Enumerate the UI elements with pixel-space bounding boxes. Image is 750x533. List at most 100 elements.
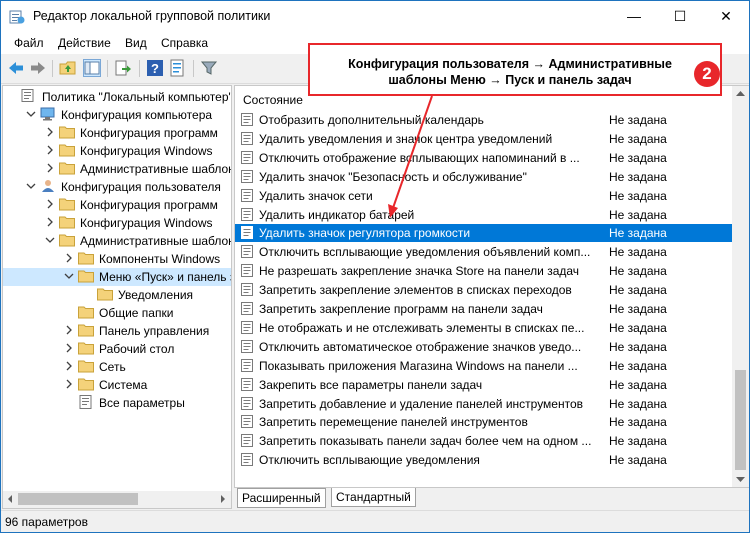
policy-setting-icon (241, 434, 253, 448)
tree-node[interactable]: Конфигурация Windows (3, 142, 231, 160)
tab-standard[interactable]: Стандартный (331, 488, 416, 507)
policy-name: Не разрешать закрепление значка Store на… (259, 264, 580, 279)
title-bar[interactable]: Редактор локальной групповой политики — … (1, 1, 749, 32)
policy-row[interactable]: Отключить отображение всплывающих напоми… (235, 149, 732, 167)
tree-node[interactable]: Административные шаблоны (3, 160, 231, 178)
tree-node[interactable]: Рабочий стол (3, 340, 231, 358)
policy-row[interactable]: Отключить всплывающие уведомления объявл… (235, 243, 732, 261)
forward-arrow-icon[interactable] (29, 59, 47, 77)
tree-node-label: Рабочий стол (99, 342, 175, 356)
back-arrow-icon[interactable] (7, 59, 25, 77)
policy-state: Не задана (609, 302, 667, 316)
folder-icon (78, 378, 94, 391)
tree-scroll-thumb[interactable] (18, 493, 138, 505)
tree-node[interactable]: Компоненты Windows (3, 250, 231, 268)
tree-node[interactable]: Конфигурация компьютера (3, 106, 231, 124)
policy-row[interactable]: Отключить автоматическое отображение зна… (235, 338, 732, 356)
tree-node[interactable]: Административные шаблоны (3, 232, 231, 250)
menu-file[interactable]: Файл (14, 36, 44, 50)
tree-node[interactable]: Сеть (3, 358, 231, 376)
maximize-button[interactable]: ☐ (657, 1, 703, 32)
tree-node[interactable]: Общие папки (3, 304, 231, 322)
scroll-right-arrow-icon[interactable] (219, 495, 227, 503)
tree-pane[interactable]: Политика "Локальный компьютер" Конфигурац… (2, 85, 232, 493)
policy-row[interactable]: Не разрешать закрепление значка Store на… (235, 262, 732, 280)
chevron-right-icon[interactable] (45, 145, 55, 155)
tree-node[interactable]: Панель управления (3, 322, 231, 340)
tab-extended[interactable]: Расширенный (237, 488, 326, 508)
tree-node[interactable]: Конфигурация Windows (3, 214, 231, 232)
tree-horizontal-scrollbar[interactable] (2, 491, 232, 509)
policy-row[interactable]: Удалить индикатор батарей Не задана (235, 206, 732, 224)
properties-icon[interactable] (169, 59, 187, 77)
view-tabs: Расширенный Стандартный (234, 488, 749, 508)
chevron-right-icon[interactable] (64, 361, 74, 371)
show-hide-tree-icon[interactable] (83, 59, 101, 77)
tree-node[interactable]: Конфигурация программ (3, 196, 231, 214)
tree-node[interactable]: Все параметры (3, 394, 231, 412)
policy-state: Не задана (609, 188, 667, 203)
policy-row[interactable]: Запретить закрепление программ на панели… (235, 300, 732, 318)
up-folder-icon[interactable] (59, 59, 77, 77)
chevron-down-icon[interactable] (26, 181, 36, 191)
minimize-button[interactable]: — (611, 1, 657, 32)
policy-name: Удалить значок "Безопасность и обслужива… (259, 169, 527, 184)
chevron-right-icon[interactable] (64, 325, 74, 335)
scroll-left-arrow-icon[interactable] (6, 495, 14, 503)
folder-icon (78, 270, 94, 283)
chevron-right-icon[interactable] (64, 379, 74, 389)
policy-name: Удалить индикатор батарей (259, 207, 415, 222)
chevron-right-icon[interactable] (45, 199, 55, 209)
chevron-right-icon[interactable] (45, 163, 55, 173)
policy-row[interactable]: Запретить показывать панели задач более … (235, 432, 732, 450)
filter-icon[interactable] (200, 59, 218, 77)
tree-node[interactable]: Система (3, 376, 231, 394)
chevron-right-icon[interactable] (64, 253, 74, 263)
status-count: 96 параметров (5, 515, 88, 529)
policy-row[interactable]: Удалить значок "Безопасность и обслужива… (235, 168, 732, 186)
policy-name: Запретить показывать панели задач более … (259, 434, 592, 449)
column-state-header[interactable]: Состояние (243, 93, 303, 107)
toolbar-separator (139, 60, 140, 77)
export-list-icon[interactable] (114, 59, 132, 77)
toolbar-separator (107, 60, 108, 77)
policy-row[interactable]: Отобразить дополнительный календарь Не за… (235, 111, 732, 129)
policy-state: Не задана (609, 339, 667, 354)
chevron-down-icon[interactable] (45, 235, 55, 245)
policy-row[interactable]: Запретить добавление и удаление панелей … (235, 395, 732, 413)
help-icon[interactable]: ? (146, 59, 164, 77)
folder-icon (59, 216, 75, 229)
policy-row[interactable]: Закрепить все параметры панели задач Не з… (235, 376, 732, 394)
scroll-down-arrow-icon[interactable] (736, 475, 745, 483)
policy-row[interactable]: Не отображать и не отслеживать элементы … (235, 319, 732, 337)
policy-name: Отключить всплывающие уведомления (259, 453, 480, 468)
chevron-down-icon[interactable] (26, 109, 36, 119)
tree-node[interactable]: Конфигурация программ (3, 124, 231, 142)
policy-row[interactable]: Удалить уведомления и значок центра увед… (235, 130, 732, 148)
policy-row[interactable]: Удалить значок сети Не задана (235, 187, 732, 205)
menu-view[interactable]: Вид (125, 36, 147, 50)
list-vertical-scrollbar[interactable] (732, 86, 749, 487)
policy-row[interactable]: Удалить значок регулятора громкости Не за… (235, 224, 732, 243)
tree-node[interactable]: Уведомления (3, 286, 231, 304)
tree-node[interactable]: Политика "Локальный компьютер" (3, 88, 231, 106)
policy-name: Закрепить все параметры панели задач (259, 377, 483, 392)
callout-text: Конфигурация пользователя → Администрати… (348, 57, 672, 87)
tree-node[interactable]: Меню «Пуск» и панель задач (3, 268, 231, 286)
policy-state: Не задана (609, 207, 667, 222)
chevron-right-icon[interactable] (45, 217, 55, 227)
policy-row[interactable]: Запретить закрепление элементов в списка… (235, 281, 732, 299)
chevron-right-icon[interactable] (64, 343, 74, 353)
policy-setting-icon (241, 453, 253, 467)
policy-row[interactable]: Показывать приложения Магазина Windows н… (235, 357, 732, 375)
tree-node[interactable]: Конфигурация пользователя (3, 178, 231, 196)
scroll-up-arrow-icon[interactable] (736, 90, 745, 98)
chevron-down-icon[interactable] (64, 271, 74, 281)
menu-help[interactable]: Справка (161, 36, 208, 50)
policy-row[interactable]: Запретить перемещение панелей инструмент… (235, 413, 732, 431)
list-scroll-thumb[interactable] (735, 370, 746, 470)
chevron-right-icon[interactable] (45, 127, 55, 137)
close-button[interactable]: ✕ (703, 1, 749, 32)
policy-row[interactable]: Отключить всплывающие уведомления Не зада… (235, 451, 732, 469)
menu-action[interactable]: Действие (58, 36, 111, 50)
